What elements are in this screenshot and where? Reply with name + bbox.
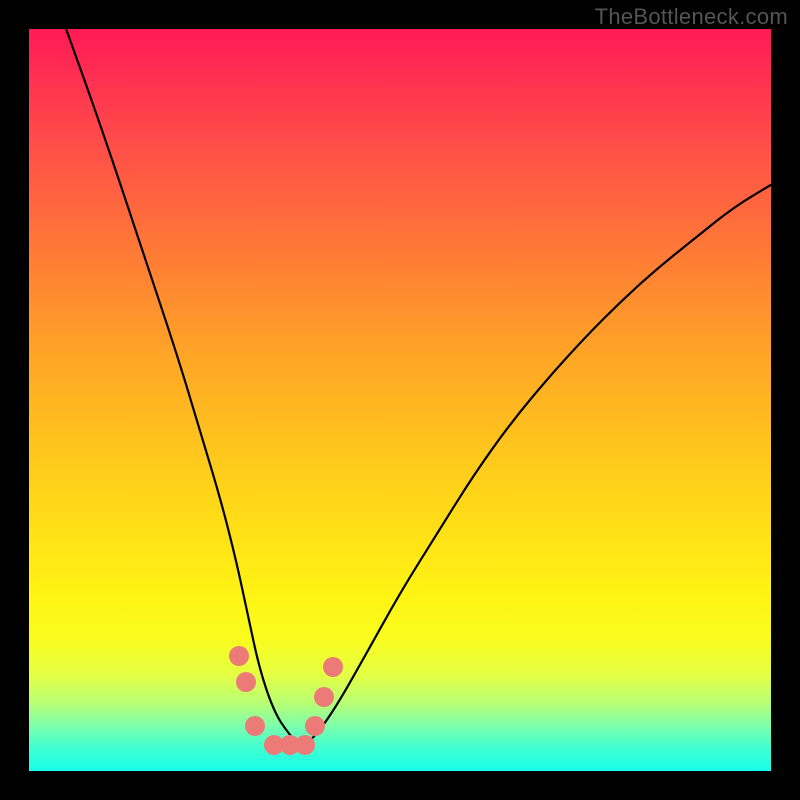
- chart-container: TheBottleneck.com: [0, 0, 800, 800]
- curve-marker: [295, 735, 315, 755]
- curve-marker: [314, 687, 334, 707]
- curve-marker: [323, 657, 343, 677]
- watermark-label: TheBottleneck.com: [595, 4, 788, 30]
- curve-marker: [236, 672, 256, 692]
- marker-layer: [29, 29, 771, 771]
- curve-marker: [305, 716, 325, 736]
- curve-marker: [245, 716, 265, 736]
- plot-area: [29, 29, 771, 771]
- curve-marker: [229, 646, 249, 666]
